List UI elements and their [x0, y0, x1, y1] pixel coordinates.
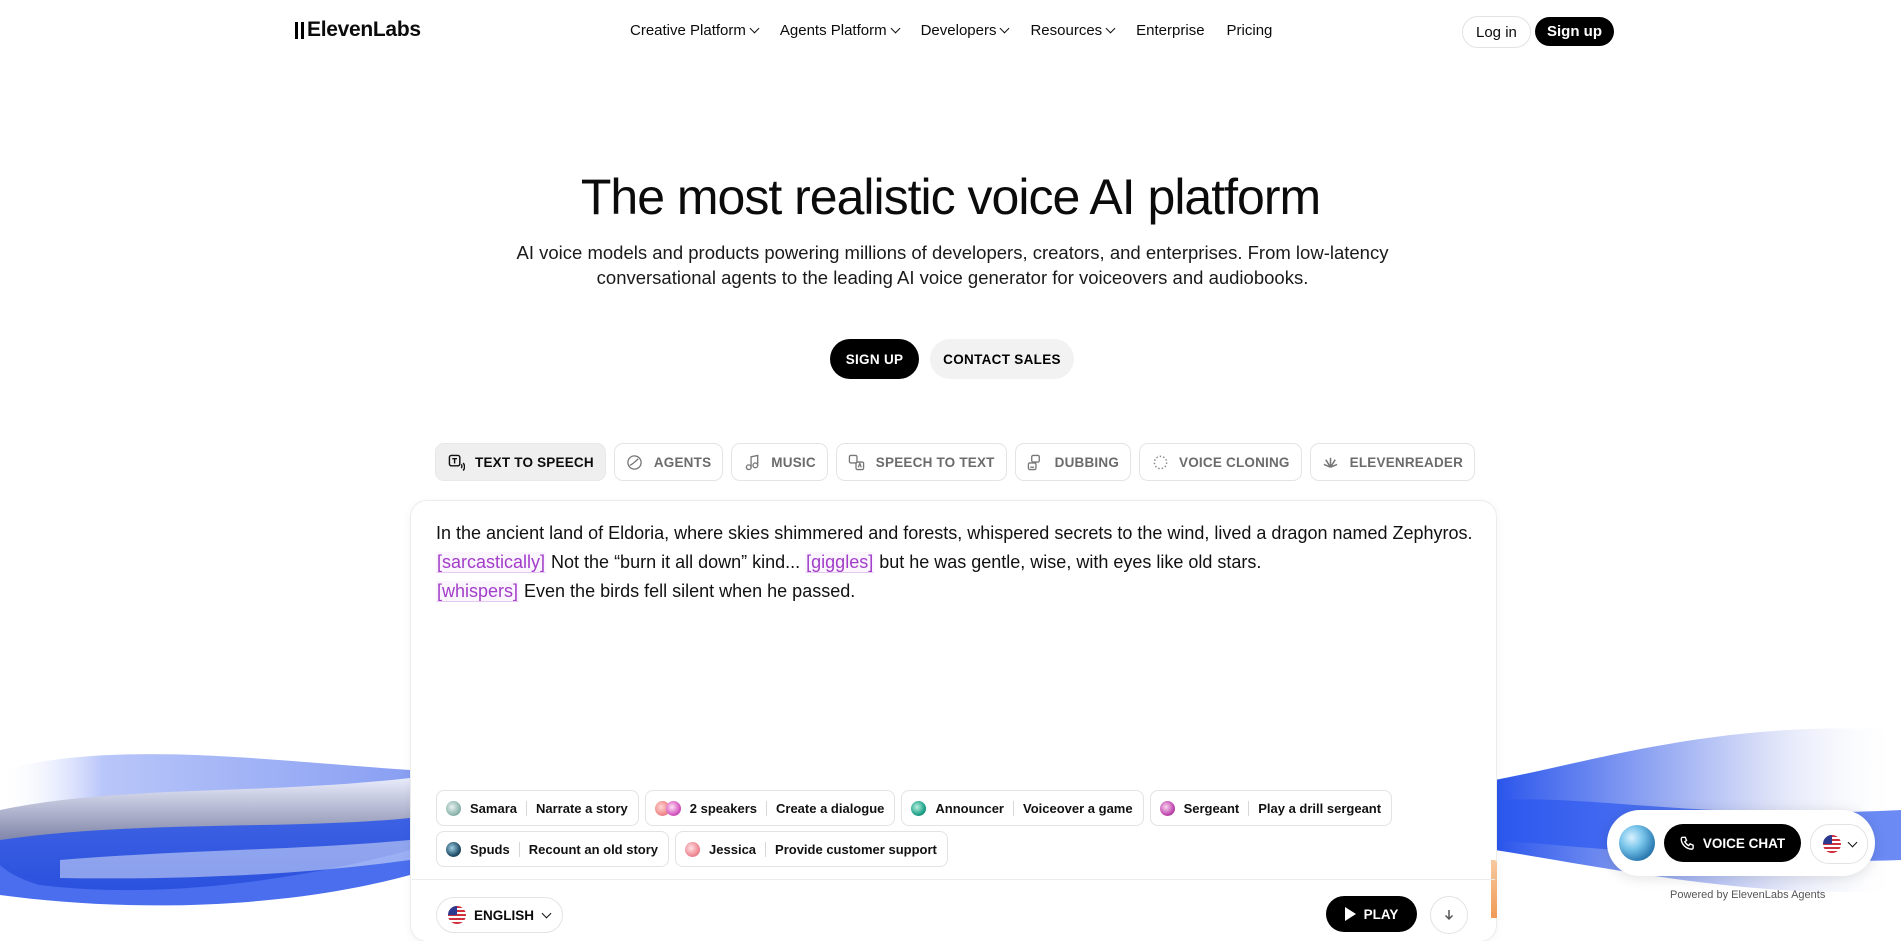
nav-creative-platform[interactable]: Creative Platform	[630, 22, 760, 39]
powered-by-label[interactable]: Powered by ElevenLabs Agents	[1670, 889, 1825, 901]
card-edge-accent	[1491, 860, 1497, 918]
preset-samara[interactable]: Samara Narrate a story	[436, 790, 639, 826]
phone-icon	[1680, 836, 1694, 850]
tab-dubbing[interactable]: DUBBING	[1014, 443, 1132, 481]
audio-tag-giggles[interactable]: [giggles]	[805, 552, 875, 573]
preset-sergeant[interactable]: Sergeant Play a drill sergeant	[1149, 790, 1393, 826]
play-icon	[1344, 907, 1356, 921]
speech-to-text-icon	[848, 453, 866, 471]
editor-text-segment: but he was gentle, wise, with eyes like …	[874, 552, 1262, 572]
contact-sales-button[interactable]: CONTACT SALES	[930, 339, 1074, 379]
audio-tag-whispers[interactable]: [whispers]	[436, 581, 520, 602]
tab-speech-to-text[interactable]: SPEECH TO TEXT	[835, 443, 1007, 481]
chevron-down-icon	[1000, 23, 1010, 34]
editor-divider	[412, 879, 1495, 880]
text-to-speech-icon	[447, 453, 465, 471]
editor-text-segment: Not the “burn it all down” kind...	[546, 552, 806, 572]
preset-2-speakers[interactable]: 2 speakers Create a dialogue	[644, 790, 896, 826]
music-icon	[743, 453, 761, 471]
elevenlabs-logo[interactable]: ElevenLabs	[295, 18, 421, 42]
tab-text-to-speech[interactable]: TEXT TO SPEECH	[435, 443, 606, 481]
voice-presets: Samara Narrate a story 2 speakers Create…	[436, 790, 1476, 872]
nav-agents-platform[interactable]: Agents Platform	[780, 22, 901, 39]
play-button[interactable]: PLAY	[1326, 896, 1417, 932]
voice-chat-button[interactable]: VOICE CHAT	[1664, 824, 1801, 862]
nav-pricing[interactable]: Pricing	[1227, 22, 1273, 39]
audio-tag-sarcastically[interactable]: [sarcastically]	[436, 552, 547, 573]
hero-signup-button[interactable]: SIGN UP	[830, 339, 919, 379]
tab-music[interactable]: MUSIC	[731, 443, 828, 481]
main-nav: Creative Platform Agents Platform Develo…	[630, 22, 1294, 39]
dubbing-icon	[1027, 453, 1045, 471]
chevron-down-icon	[1847, 837, 1857, 847]
voice-avatar	[446, 841, 461, 857]
hero-subtitle: AI voice models and products powering mi…	[516, 242, 1389, 288]
voice-avatar	[685, 841, 701, 857]
tab-voice-cloning[interactable]: VOICE CLONING	[1139, 443, 1302, 481]
preset-jessica[interactable]: Jessica Provide customer support	[675, 831, 948, 867]
tab-elevenreader[interactable]: ELEVENREADER	[1309, 443, 1476, 481]
voice-avatar	[1159, 800, 1175, 816]
voice-avatar	[911, 800, 927, 816]
tts-text-editor[interactable]: In the ancient land of Eldoria, where sk…	[436, 519, 1476, 606]
voice-avatar	[446, 800, 461, 816]
preset-announcer[interactable]: Announcer Voiceover a game	[901, 790, 1144, 826]
agent-orb-avatar[interactable]	[1619, 825, 1655, 861]
preset-spuds[interactable]: Spuds Recount an old story	[436, 831, 670, 867]
download-button[interactable]	[1430, 896, 1468, 934]
nav-enterprise[interactable]: Enterprise	[1136, 22, 1204, 39]
signup-button[interactable]: Sign up	[1535, 17, 1614, 46]
language-select[interactable]: ENGLISH	[436, 897, 564, 933]
chevron-down-icon	[749, 23, 760, 34]
chevron-down-icon	[1105, 23, 1116, 34]
nav-resources[interactable]: Resources	[1030, 22, 1116, 39]
editor-text-segment: Even the birds fell silent when he passe…	[519, 581, 856, 601]
logo-bars-icon	[295, 21, 304, 39]
chevron-down-icon	[890, 23, 901, 34]
nav-developers[interactable]: Developers	[921, 22, 1010, 39]
product-tabs: TEXT TO SPEECH AGENTS MUSIC SPEECH TO TE…	[435, 443, 1476, 481]
agents-icon	[626, 453, 644, 471]
login-button[interactable]: Log in	[1462, 16, 1531, 48]
us-flag-icon	[1822, 835, 1841, 853]
elevenreader-icon	[1322, 453, 1340, 471]
voice-avatar	[665, 800, 681, 816]
download-icon	[1444, 910, 1454, 921]
hero-title: The most realistic voice AI platform	[580, 169, 1321, 225]
widget-language-select[interactable]	[1810, 824, 1868, 864]
chevron-down-icon	[541, 908, 552, 918]
editor-text-segment: In the ancient land of Eldoria, where sk…	[436, 523, 1473, 543]
us-flag-icon	[448, 906, 466, 924]
tab-agents[interactable]: AGENTS	[613, 443, 724, 481]
voice-cloning-icon	[1151, 453, 1169, 471]
